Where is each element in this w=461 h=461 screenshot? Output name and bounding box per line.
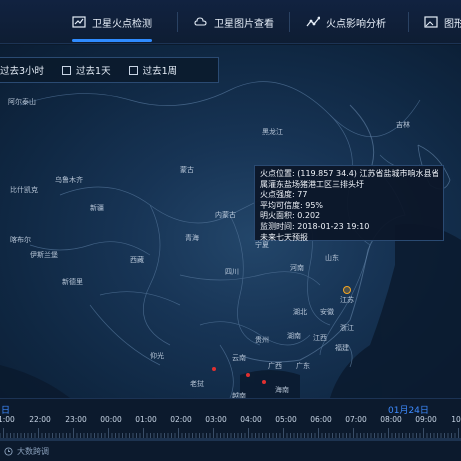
map-label: 海南 (275, 386, 289, 394)
tab-satellite-fire-detection[interactable]: 卫星火点检测 (72, 0, 152, 44)
map-label: 新德里 (62, 278, 83, 286)
map-label: 云南 (232, 354, 246, 362)
selected-fire-point[interactable] (343, 286, 351, 294)
seven-day-forecast-link[interactable]: 未来七天预报 (260, 233, 438, 244)
map-label: 喀布尔 (10, 236, 31, 244)
hour-label[interactable]: 03:00 (205, 415, 227, 424)
map-label: 山东 (325, 254, 339, 262)
monitor-time: 监测时间: 2018-01-23 19:10 (260, 221, 370, 231)
fire-point[interactable] (262, 380, 266, 384)
filter-label: 过去1周 (142, 66, 178, 77)
map-label: 福建 (335, 344, 349, 352)
fire-info-popup: 火点位置: (119.857 34.4) 江苏省盐城市响水县省 属灌东盐场猪港工… (254, 165, 444, 244)
open-fire-area: 明火面积: 0.202 (260, 211, 321, 221)
map-label: 四川 (225, 268, 239, 276)
map-label: 比什凯克 (10, 186, 38, 194)
filter-label: 过去3小时 (0, 66, 45, 77)
map-label: 广西 (268, 362, 282, 370)
map-view[interactable]: 阿尔泰山 黑龙江 吉林 乌鲁木齐 比什凯克 新疆 蒙古 内蒙古 喀布尔 伊斯兰堡… (0, 45, 461, 398)
filter-label: 过去1天 (76, 66, 111, 77)
trend-icon (306, 16, 320, 27)
map-label: 青海 (185, 234, 199, 242)
cloud-icon (194, 17, 207, 26)
chart-icon (72, 16, 86, 28)
tab-label: 卫星图片查看 (214, 18, 274, 30)
tab-divider (408, 12, 409, 32)
tab-divider (177, 12, 178, 32)
tab-label: 卫星火点检测 (92, 18, 152, 30)
map-label: 新疆 (90, 204, 104, 212)
timeline-track[interactable] (0, 438, 461, 441)
map-label: 湖北 (293, 308, 307, 316)
top-nav: 卫星火点检测 卫星图片查看 火点影响分析 图形 (0, 0, 461, 44)
filter-past-1-day[interactable]: 过去1天 (44, 63, 111, 77)
time-filter-bar: 过去3小时 过去1天 过去1周 (0, 57, 219, 83)
hour-label[interactable]: 00:00 (100, 415, 122, 424)
map-label: 西藏 (130, 256, 144, 264)
hour-label[interactable]: 08:00 (380, 415, 402, 424)
fire-location-detail: 属灌东盐场猪港工区三排头圩 (260, 179, 364, 189)
hour-label[interactable]: 23:00 (65, 415, 87, 424)
map-label: 仰光 (150, 352, 164, 360)
tab-label: 图形 (444, 18, 461, 30)
map-label: 吉林 (396, 121, 410, 129)
map-label: 伊斯兰堡 (30, 251, 58, 259)
tab-satellite-image-view[interactable]: 卫星图片查看 (194, 0, 274, 44)
timeline-ticks (0, 428, 459, 438)
hour-label[interactable]: 10 (451, 415, 461, 424)
hour-label[interactable]: 04:00 (240, 415, 262, 424)
fire-point[interactable] (212, 367, 216, 371)
hour-label[interactable]: 07:00 (345, 415, 367, 424)
map-label: 湖南 (287, 332, 301, 340)
timeline-hours: 21:00 22:00 23:00 00:00 01:00 02:00 03:0… (0, 415, 461, 427)
map-label: 老挝 (190, 380, 204, 388)
map-label: 黑龙江 (262, 128, 283, 136)
tab-divider (289, 12, 290, 32)
fire-point[interactable] (246, 373, 250, 377)
map-label: 内蒙古 (215, 211, 236, 219)
tab-graphics[interactable]: 图形 (424, 0, 461, 44)
hour-label[interactable]: 22:00 (29, 415, 51, 424)
filter-past-1-week[interactable]: 过去1周 (111, 63, 178, 77)
map-label: 贵州 (255, 336, 269, 344)
map-label: 越南 (232, 392, 246, 398)
map-label: 阿尔泰山 (8, 98, 36, 106)
tab-fire-impact-analysis[interactable]: 火点影响分析 (306, 0, 386, 44)
hour-label[interactable]: 02:00 (170, 415, 192, 424)
checkbox[interactable] (128, 65, 138, 75)
map-label: 江西 (313, 334, 327, 342)
hour-label[interactable]: 05:00 (275, 415, 297, 424)
map-label: 安徽 (320, 308, 334, 316)
hour-label[interactable]: 21:00 (0, 415, 15, 424)
image-icon (424, 16, 438, 28)
hour-label[interactable]: 09:00 (415, 415, 437, 424)
hour-label[interactable]: 01:00 (135, 415, 157, 424)
average-confidence: 平均可信度: 95% (260, 200, 324, 210)
fire-location: 火点位置: (119.857 34.4) 江苏省盐城市响水县省 (260, 169, 438, 178)
clock-icon (4, 447, 13, 456)
map-label: 蒙古 (180, 166, 194, 174)
map-label: 河南 (290, 264, 304, 272)
checkbox[interactable] (62, 65, 72, 75)
hour-label[interactable]: 06:00 (310, 415, 332, 424)
fire-intensity: 火点强度: 77 (260, 190, 308, 200)
map-label: 浙江 (340, 324, 354, 332)
tab-label: 火点影响分析 (326, 18, 386, 30)
map-label: 江苏 (340, 296, 354, 304)
map-label: 广东 (296, 362, 310, 370)
filter-past-3-hours[interactable]: 过去3小时 (0, 63, 44, 77)
playback-control[interactable]: 大数跨调 (4, 446, 49, 457)
playback-label: 大数跨调 (17, 447, 49, 456)
map-label: 乌鲁木齐 (55, 176, 83, 184)
